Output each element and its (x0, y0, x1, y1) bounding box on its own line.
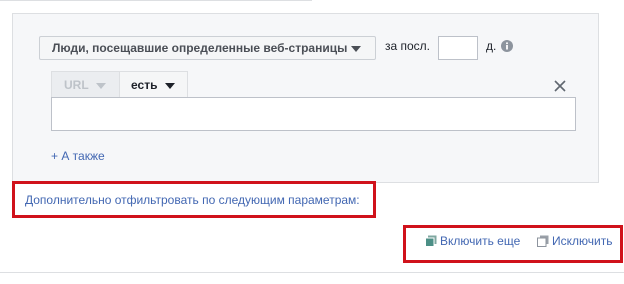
retention-days-input[interactable] (438, 36, 478, 60)
add-condition-link[interactable]: + А также (51, 149, 105, 163)
bottom-divider (0, 272, 624, 273)
retention-suffix-label: д. (486, 39, 497, 53)
rule-field-label: URL (64, 77, 89, 92)
retention-prefix-label: за посл. (385, 39, 431, 53)
info-icon[interactable] (501, 40, 513, 52)
highlight-box-filter (12, 181, 376, 218)
audience-type-dropdown[interactable]: Люди, посещавшие определенные веб-страни… (39, 36, 376, 60)
chevron-down-icon (96, 83, 106, 89)
rule-value-input[interactable] (51, 97, 576, 131)
chevron-down-icon (165, 83, 175, 89)
top-divider (0, 0, 312, 1)
rule-operator-label: есть (131, 77, 158, 92)
chevron-down-icon (351, 46, 361, 52)
close-icon[interactable] (554, 80, 566, 92)
rule-operator-dropdown[interactable]: есть (119, 71, 188, 98)
audience-type-label: Люди, посещавшие определенные веб-страни… (52, 41, 348, 55)
rule-field-dropdown[interactable]: URL (51, 71, 119, 98)
highlight-box-actions (403, 225, 623, 263)
